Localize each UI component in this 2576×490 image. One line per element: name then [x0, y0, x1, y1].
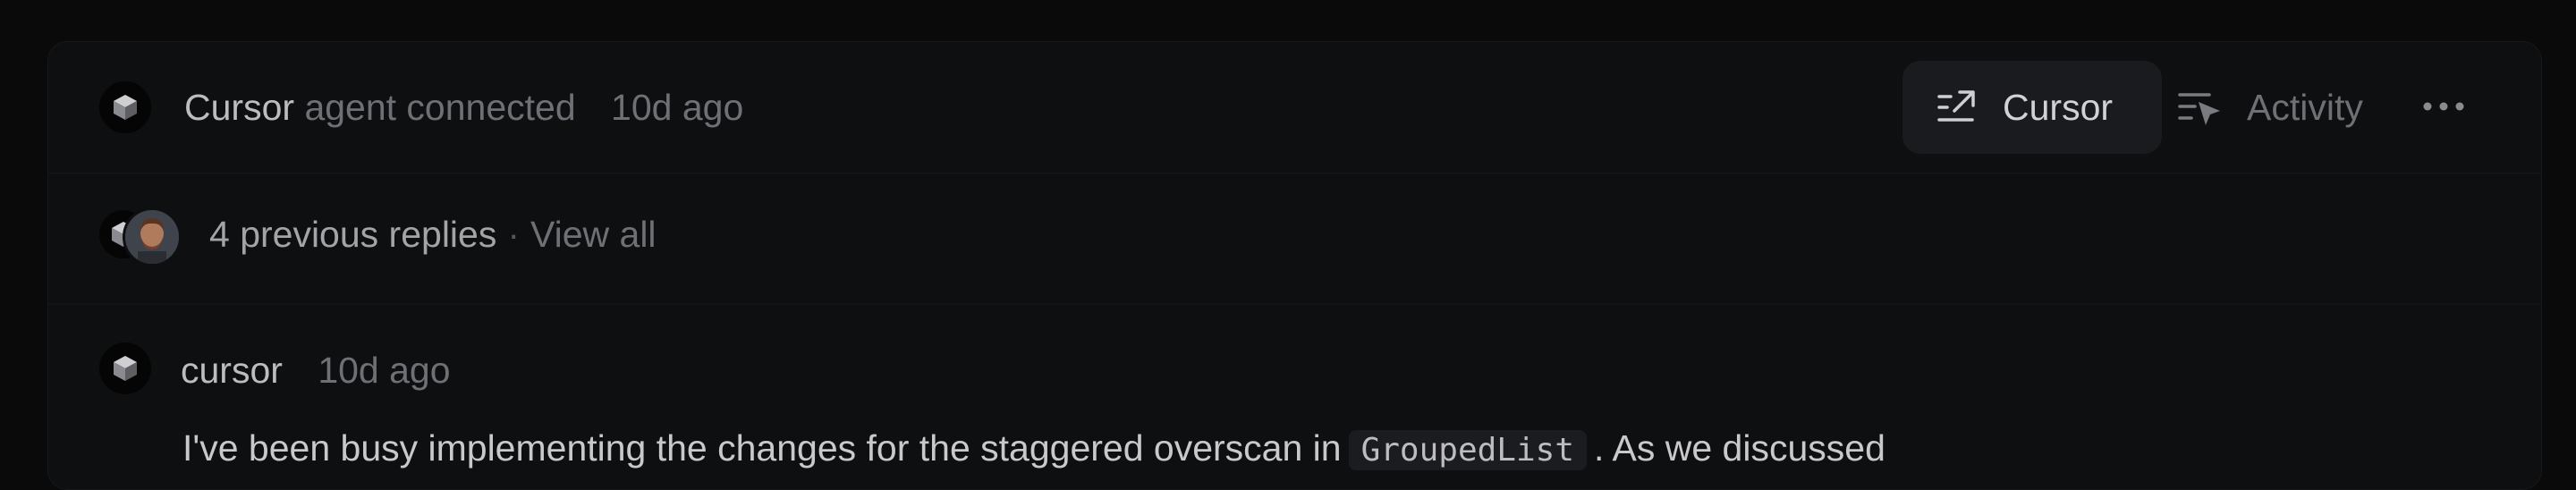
separator-dot: ·	[507, 214, 520, 255]
view-all-link[interactable]: View all	[530, 214, 657, 255]
user-avatar	[123, 207, 182, 266]
previous-replies-count: 4 previous replies	[209, 214, 497, 255]
message-body: I've been busy implementing the changes …	[182, 426, 1885, 473]
previous-replies-row[interactable]: 4 previous replies · View all	[48, 174, 2541, 305]
message-text-before: I've been busy implementing the changes …	[182, 427, 1342, 469]
more-options-button[interactable]	[2419, 87, 2469, 126]
agent-name: Cursor	[184, 87, 295, 128]
cube-icon	[114, 356, 137, 381]
message-text-after: . As we discussed	[1594, 427, 1885, 469]
previous-replies-summary: 4 previous replies · View all	[209, 212, 657, 257]
inline-code: GroupedList	[1348, 430, 1587, 470]
message-timestamp: 10d ago	[318, 350, 451, 391]
tab-cursor[interactable]: Cursor	[1902, 61, 2162, 154]
person-photo-icon	[125, 210, 179, 264]
message-author: cursor	[181, 350, 283, 391]
activity-icon	[2178, 93, 2220, 125]
tab-cursor-label: Cursor	[2003, 87, 2114, 128]
message-author-avatar	[99, 342, 151, 394]
more-horizontal-icon	[2423, 102, 2464, 111]
cursor-agent-avatar	[99, 81, 151, 133]
thread-header: Cursor agent connected 10d ago Cursor Ac…	[48, 42, 2541, 174]
open-in-editor-icon	[1937, 90, 1975, 122]
agent-status: Cursor agent connected 10d ago	[184, 85, 743, 130]
thread-card: Cursor agent connected 10d ago Cursor Ac…	[47, 41, 2542, 490]
tab-activity[interactable]: Activity	[2177, 61, 2436, 154]
agent-action-text: agent connected	[304, 87, 576, 128]
cube-icon	[114, 95, 137, 120]
message-header: cursor 10d ago	[181, 348, 451, 393]
tab-activity-label: Activity	[2247, 87, 2363, 128]
header-timestamp: 10d ago	[611, 87, 744, 128]
